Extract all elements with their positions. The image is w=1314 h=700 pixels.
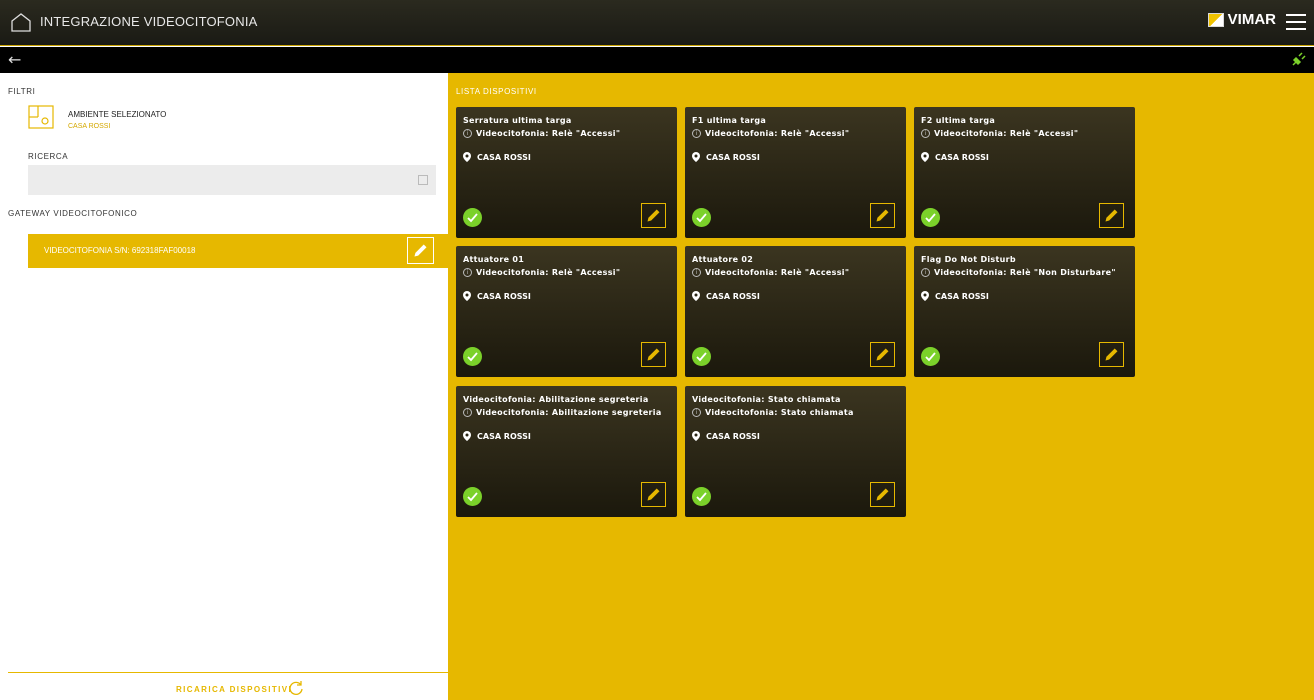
device-card[interactable]: Videocitofonia: Abilitazione segreteria …: [456, 386, 677, 517]
status-ok-icon: [463, 487, 482, 506]
info-icon: i: [921, 268, 930, 277]
back-arrow-icon[interactable]: ←: [8, 50, 21, 69]
info-icon: i: [692, 129, 701, 138]
search-edit-icon: [418, 175, 428, 185]
device-type: i Videocitofonia: Relè "Accessi": [692, 268, 849, 277]
navigation-bar: ←: [0, 47, 1314, 73]
room-location-icon[interactable]: [28, 105, 54, 129]
device-name: F1 ultima targa: [692, 116, 767, 125]
filters-panel: FILTRI AMBIENTE SELEZIONATO CASA ROSSI R…: [0, 73, 448, 700]
status-ok-icon: [463, 347, 482, 366]
gateway-item[interactable]: VIDEOCITOFONIA S/N: 692318FAF00018: [28, 234, 448, 268]
info-icon: i: [463, 129, 472, 138]
edit-device-icon[interactable]: [641, 342, 666, 367]
info-icon: i: [692, 408, 701, 417]
search-field[interactable]: [28, 165, 436, 195]
gateway-item-label: VIDEOCITOFONIA S/N: 692318FAF00018: [44, 246, 196, 255]
device-location: CASA ROSSI: [921, 291, 989, 301]
edit-device-icon[interactable]: [870, 203, 895, 228]
status-ok-icon: [692, 208, 711, 227]
reload-icon[interactable]: [288, 680, 304, 696]
location-pin-icon: [921, 152, 929, 162]
device-name: Flag Do Not Disturb: [921, 255, 1016, 264]
device-type: i Videocitofonia: Relè "Non Disturbare": [921, 268, 1116, 277]
location-pin-icon: [692, 431, 700, 441]
device-location: CASA ROSSI: [692, 291, 760, 301]
location-pin-icon: [463, 291, 471, 301]
filters-label: FILTRI: [8, 87, 36, 96]
vimar-logo-text: VIMAR: [1227, 11, 1276, 28]
gateway-label: GATEWAY VIDEOCITOFONICO: [8, 209, 138, 218]
device-type: i Videocitofonia: Relè "Accessi": [463, 268, 620, 277]
device-location: CASA ROSSI: [463, 152, 531, 162]
selected-room-value[interactable]: CASA ROSSI: [68, 123, 110, 130]
device-name: Attuatore 01: [463, 255, 525, 264]
device-location: CASA ROSSI: [463, 431, 531, 441]
search-label: RICERCA: [28, 152, 69, 161]
info-icon: i: [921, 129, 930, 138]
edit-device-icon[interactable]: [641, 482, 666, 507]
vimar-logo-mark-icon: [1207, 12, 1224, 27]
location-pin-icon: [692, 291, 700, 301]
location-pin-icon: [921, 291, 929, 301]
device-name: Videocitofonia: Abilitazione segreteria: [463, 395, 649, 404]
device-location: CASA ROSSI: [463, 291, 531, 301]
status-ok-icon: [921, 208, 940, 227]
status-ok-icon: [692, 487, 711, 506]
device-card[interactable]: Attuatore 01 i Videocitofonia: Relè "Acce…: [456, 246, 677, 377]
device-card[interactable]: Flag Do Not Disturb i Videocitofonia: Rel…: [914, 246, 1135, 377]
info-icon: i: [692, 268, 701, 277]
location-pin-icon: [463, 152, 471, 162]
status-ok-icon: [463, 208, 482, 227]
status-ok-icon: [921, 347, 940, 366]
device-type: i Videocitofonia: Abilitazione segreteria: [463, 408, 662, 417]
edit-device-icon[interactable]: [1099, 203, 1124, 228]
page-title: INTEGRAZIONE VIDEOCITOFONIA: [40, 14, 258, 29]
edit-device-icon[interactable]: [1099, 342, 1124, 367]
device-location: CASA ROSSI: [692, 152, 760, 162]
device-card[interactable]: Attuatore 02 i Videocitofonia: Relè "Acce…: [685, 246, 906, 377]
reload-bar: RICARICA DISPOSITIVI: [8, 672, 448, 700]
top-bar: INTEGRAZIONE VIDEOCITOFONIA VIMAR: [0, 0, 1314, 46]
connection-plug-icon[interactable]: [1290, 52, 1306, 68]
device-name: Attuatore 02: [692, 255, 754, 264]
info-icon: i: [463, 408, 472, 417]
edit-device-icon[interactable]: [870, 342, 895, 367]
device-card[interactable]: Serratura ultima targa i Videocitofonia: …: [456, 107, 677, 238]
device-type: i Videocitofonia: Stato chiamata: [692, 408, 854, 417]
device-location: CASA ROSSI: [921, 152, 989, 162]
selected-room-label[interactable]: AMBIENTE SELEZIONATO: [68, 110, 166, 119]
device-type: i Videocitofonia: Relè "Accessi": [463, 129, 620, 138]
device-type: i Videocitofonia: Relè "Accessi": [921, 129, 1078, 138]
device-card[interactable]: F2 ultima targa i Videocitofonia: Relè "A…: [914, 107, 1135, 238]
device-card[interactable]: F1 ultima targa i Videocitofonia: Relè "A…: [685, 107, 906, 238]
hamburger-menu-icon[interactable]: [1286, 14, 1306, 30]
devices-panel: LISTA DISPOSITIVI Serratura ultima targa…: [448, 73, 1314, 700]
status-ok-icon: [692, 347, 711, 366]
reload-devices-button[interactable]: RICARICA DISPOSITIVI: [176, 685, 292, 694]
gateway-edit-icon[interactable]: [407, 237, 434, 264]
vimar-logo: VIMAR: [1207, 11, 1276, 28]
edit-device-icon[interactable]: [870, 482, 895, 507]
device-name: F2 ultima targa: [921, 116, 996, 125]
location-pin-icon: [692, 152, 700, 162]
device-type: i Videocitofonia: Relè "Accessi": [692, 129, 849, 138]
location-pin-icon: [463, 431, 471, 441]
info-icon: i: [463, 268, 472, 277]
device-list-heading: LISTA DISPOSITIVI: [456, 87, 537, 96]
device-name: Serratura ultima targa: [463, 116, 572, 125]
device-card[interactable]: Videocitofonia: Stato chiamata i Videocit…: [685, 386, 906, 517]
device-name: Videocitofonia: Stato chiamata: [692, 395, 841, 404]
edit-device-icon[interactable]: [641, 203, 666, 228]
search-input[interactable]: [28, 165, 436, 195]
device-location: CASA ROSSI: [692, 431, 760, 441]
home-icon[interactable]: [10, 12, 32, 32]
